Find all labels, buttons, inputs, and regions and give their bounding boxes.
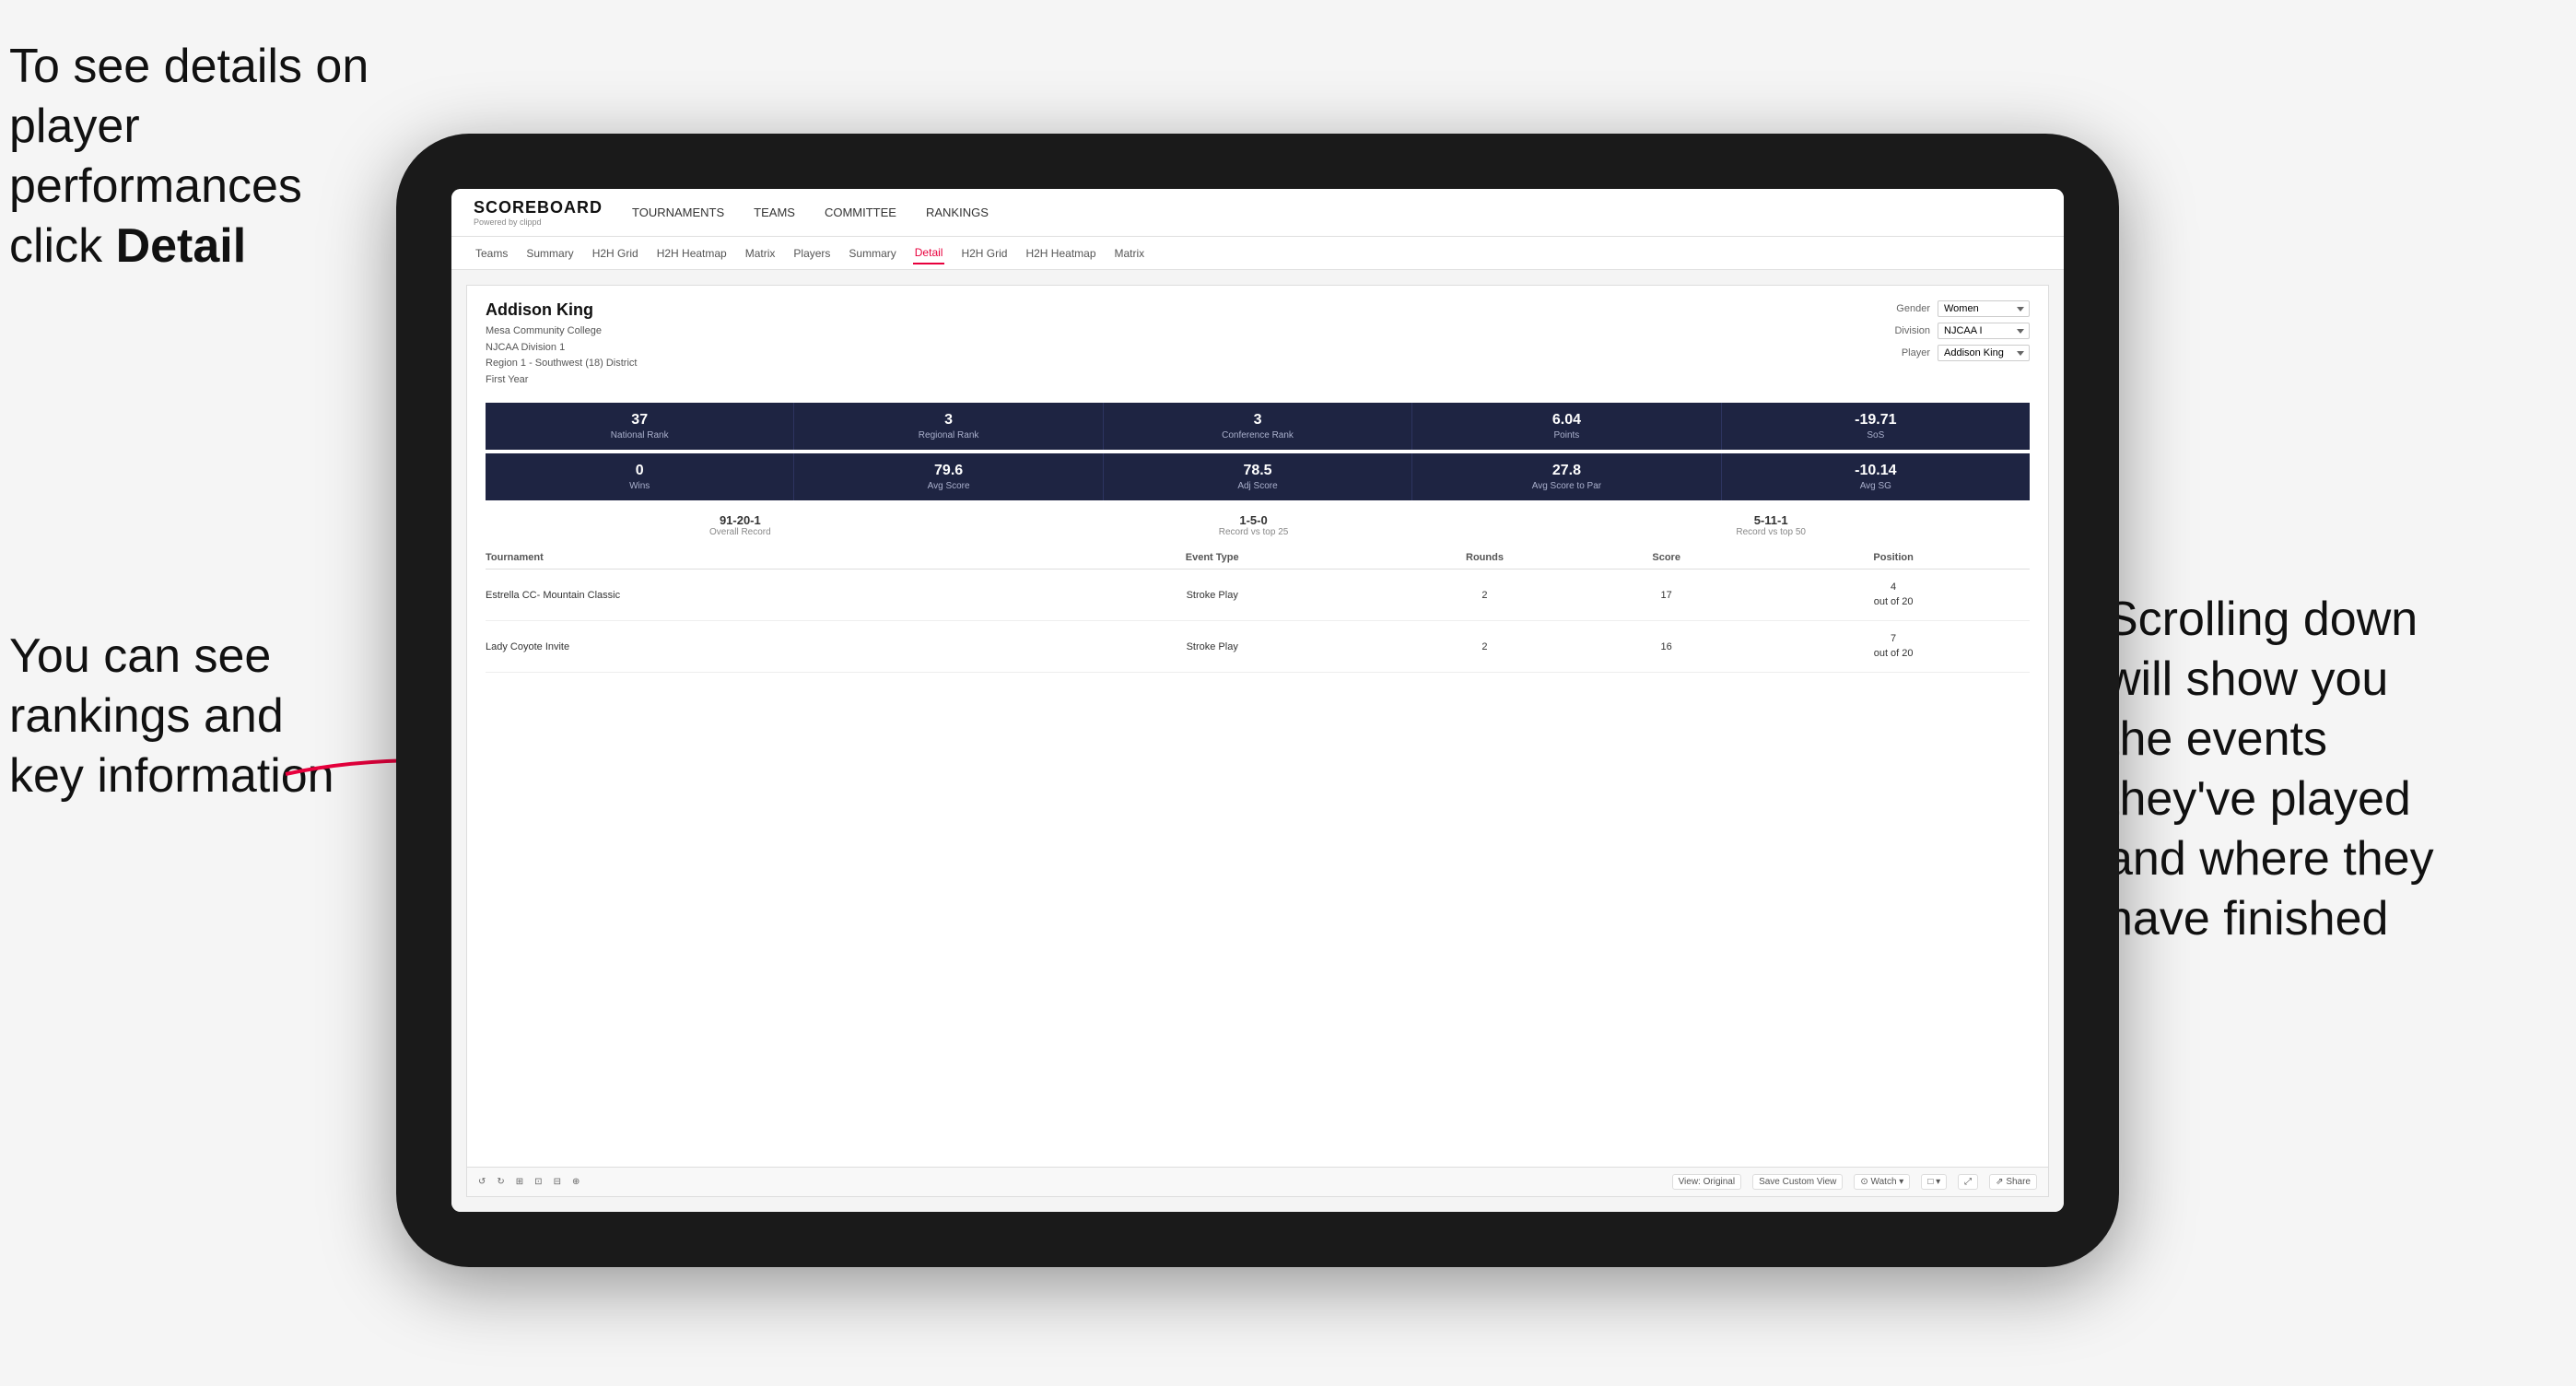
stat-wins: 0 Wins [486,453,794,500]
filter-player-row: Player Addison King [1902,345,2030,361]
stat-points: 6.04 Points [1412,403,1721,450]
detail-card: Addison King Mesa Community College NJCA… [466,285,2049,1197]
filter-gender-select[interactable]: Women [1938,300,2030,317]
stat-avg-score: 79.6 Avg Score [794,453,1103,500]
filter-player-label: Player [1902,347,1930,358]
toolbar-screen[interactable]: □ ▾ [1921,1174,1947,1190]
td-position-2: 7 out of 20 [1757,632,2030,661]
td-type-1: Stroke Play [1031,590,1394,601]
logo-sub: Powered by clippd [474,217,603,227]
table-row: Lady Coyote Invite Stroke Play 2 16 7 ou… [486,621,2030,673]
tab-h2h-grid[interactable]: H2H Grid [591,243,640,264]
stat-sos: -19.71 SoS [1722,403,2030,450]
tablet-frame: SCOREBOARD Powered by clippd TOURNAMENTS… [396,134,2119,1267]
tournament-table: Tournament Event Type Rounds Score Posit… [486,546,2030,1167]
annotation-bottom-left: You can see rankings and key information [9,627,396,806]
th-event-type: Event Type [1031,552,1394,563]
player-school: Mesa Community College [486,323,637,340]
player-filters: Gender Women Division NJCAA I [1894,300,2030,361]
filter-division-select[interactable]: NJCAA I [1938,323,2030,339]
tab-summary2[interactable]: Summary [847,243,897,264]
player-division: NJCAA Division 1 [486,340,637,357]
filter-gender-row: Gender Women [1896,300,2030,317]
player-name: Addison King [486,300,637,320]
bottom-toolbar: ↺ ↻ ⊞ ⊡ ⊟ ⊕ View: Original Save Custom V… [467,1167,2048,1196]
toolbar-save-custom[interactable]: Save Custom View [1752,1174,1843,1190]
th-score: Score [1575,552,1757,563]
nav-teams[interactable]: TEAMS [754,202,795,223]
player-year: First Year [486,372,637,389]
toolbar-undo-icon[interactable]: ↺ [478,1177,486,1187]
nav-items: TOURNAMENTS TEAMS COMMITTEE RANKINGS [632,202,989,223]
record-top25: 1-5-0 Record vs top 25 [1219,513,1289,537]
toolbar-grid-icon[interactable]: ⊞ [516,1177,523,1187]
records-row: 91-20-1 Overall Record 1-5-0 Record vs t… [467,504,2048,546]
td-type-2: Stroke Play [1031,641,1394,652]
th-position: Position [1757,552,2030,563]
player-info: Addison King Mesa Community College NJCA… [486,300,637,388]
filter-division-label: Division [1894,325,1930,336]
tab-matrix2[interactable]: Matrix [1113,243,1147,264]
tablet-screen: SCOREBOARD Powered by clippd TOURNAMENTS… [451,189,2064,1212]
stat-avg-sg: -10.14 Avg SG [1722,453,2030,500]
td-score-1: 17 [1575,590,1757,601]
filter-gender-label: Gender [1896,303,1930,314]
logo-text: SCOREBOARD [474,198,603,217]
main-content: Addison King Mesa Community College NJCA… [451,270,2064,1212]
detail-header: Addison King Mesa Community College NJCA… [467,286,2048,403]
toolbar-range-icon[interactable]: ⊟ [554,1177,561,1187]
td-rounds-1: 2 [1394,590,1575,601]
logo-area: SCOREBOARD Powered by clippd [474,198,603,227]
sub-nav: Teams Summary H2H Grid H2H Heatmap Matri… [451,237,2064,270]
nav-committee[interactable]: COMMITTEE [825,202,896,223]
toolbar-minus-icon[interactable]: ⊡ [534,1177,542,1187]
th-rounds: Rounds [1394,552,1575,563]
table-header: Tournament Event Type Rounds Score Posit… [486,546,2030,570]
tab-h2h-heatmap[interactable]: H2H Heatmap [655,243,729,264]
tab-h2h-heatmap2[interactable]: H2H Heatmap [1024,243,1097,264]
toolbar-expand[interactable]: ⤢ [1958,1174,1978,1190]
table-row: Estrella CC- Mountain Classic Stroke Pla… [486,570,2030,621]
toolbar-watch[interactable]: ⊙ Watch ▾ [1854,1174,1910,1190]
tab-detail[interactable]: Detail [913,242,945,264]
player-region: Region 1 - Southwest (18) District [486,356,637,372]
record-top50: 5-11-1 Record vs top 50 [1736,513,1806,537]
stat-adj-score: 78.5 Adj Score [1104,453,1412,500]
td-tournament-2: Lady Coyote Invite [486,641,1031,652]
annotation-right: Scrolling down will show you the events … [2106,590,2567,949]
tab-summary[interactable]: Summary [524,243,575,264]
annotation-top-left: To see details on player performances cl… [9,37,396,276]
filter-division-row: Division NJCAA I [1894,323,2030,339]
stat-national-rank: 37 National Rank [486,403,794,450]
stat-regional-rank: 3 Regional Rank [794,403,1103,450]
stats-row-2: 0 Wins 79.6 Avg Score 78.5 Adj Score 27.… [486,453,2030,500]
tab-matrix[interactable]: Matrix [744,243,778,264]
tab-players[interactable]: Players [791,243,832,264]
tab-h2h-grid2[interactable]: H2H Grid [959,243,1009,264]
tab-teams[interactable]: Teams [474,243,509,264]
th-tournament: Tournament [486,552,1031,563]
td-tournament-1: Estrella CC- Mountain Classic [486,590,1031,601]
td-position-1: 4 out of 20 [1757,581,2030,609]
stat-avg-score-to-par: 27.8 Avg Score to Par [1412,453,1721,500]
stat-conference-rank: 3 Conference Rank [1104,403,1412,450]
stats-row-1: 37 National Rank 3 Regional Rank 3 Confe… [486,403,2030,450]
toolbar-redo-icon[interactable]: ↻ [497,1177,504,1187]
top-nav: SCOREBOARD Powered by clippd TOURNAMENTS… [451,189,2064,237]
nav-rankings[interactable]: RANKINGS [926,202,989,223]
td-score-2: 16 [1575,641,1757,652]
td-rounds-2: 2 [1394,641,1575,652]
toolbar-view-original[interactable]: View: Original [1672,1174,1742,1190]
toolbar-share[interactable]: ⇗ Share [1989,1174,2037,1190]
filter-player-select[interactable]: Addison King [1938,345,2030,361]
toolbar-plus-icon[interactable]: ⊕ [572,1177,580,1187]
nav-tournaments[interactable]: TOURNAMENTS [632,202,724,223]
record-overall: 91-20-1 Overall Record [709,513,771,537]
